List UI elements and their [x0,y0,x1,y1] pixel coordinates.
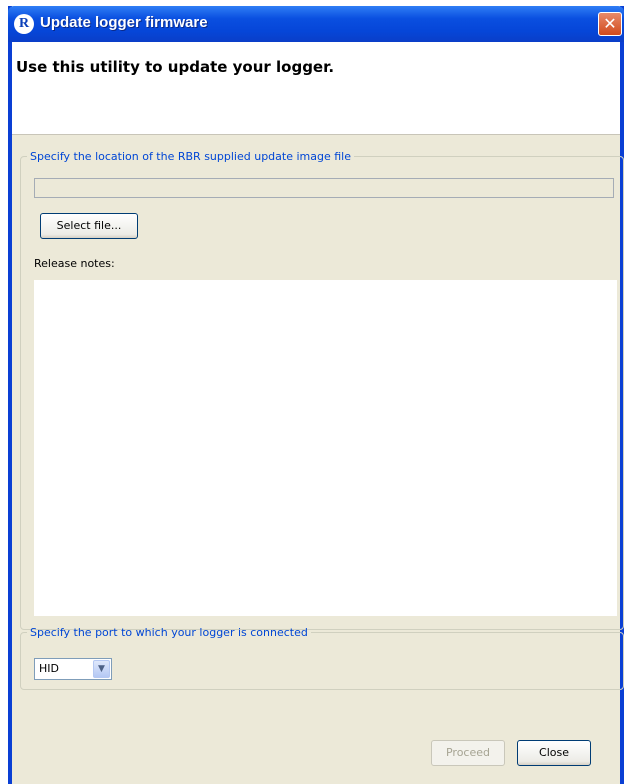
port-select-value: HID [39,662,59,675]
select-file-button[interactable]: Select file... [40,213,138,239]
proceed-button[interactable]: Proceed [431,740,505,766]
close-icon: ✕ [603,14,617,33]
close-button[interactable]: Close [517,740,591,766]
rbr-app-icon: R [14,14,34,34]
header-banner: Use this utility to update your logger. [12,42,620,135]
window-title: Update logger firmware [40,14,208,31]
chevron-down-icon[interactable]: ▼ [93,660,110,678]
release-notes-area[interactable] [34,280,617,616]
file-path-field[interactable] [34,178,614,198]
instructions-text: Use this utility to update your logger. [16,58,335,76]
port-select[interactable]: HID ▼ [34,658,112,680]
image-file-group-legend: Specify the location of the RBR supplied… [30,150,351,163]
port-group-legend: Specify the port to which your logger is… [30,626,308,639]
title-bar[interactable]: R Update logger firmware ✕ [8,6,624,42]
firmware-update-window: R Update logger firmware ✕ Use this util… [8,6,624,784]
release-notes-label: Release notes: [34,257,115,270]
window-close-button[interactable]: ✕ [598,12,622,36]
